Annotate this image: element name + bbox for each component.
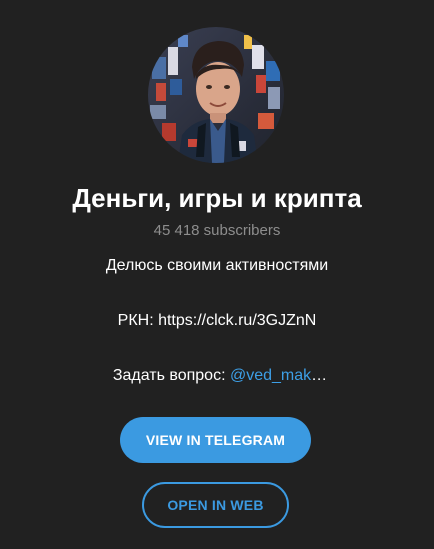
channel-title: Деньги, игры и крипта (72, 183, 362, 213)
description-question-label: Задать вопрос: (112, 367, 230, 384)
subscriber-count: 45 418 subscribers (153, 222, 281, 239)
description-line-3: Задать вопрос: @ved_mak… (0, 365, 434, 387)
channel-avatar (148, 27, 284, 163)
open-in-web-button[interactable]: OPEN IN WEB (142, 482, 289, 528)
channel-preview-page: Деньги, игры и крипта 45 418 subscribers… (0, 0, 434, 549)
channel-avatar-image (148, 27, 284, 163)
description-ellipsis: … (311, 367, 328, 384)
view-in-telegram-button[interactable]: VIEW IN TELEGRAM (120, 417, 311, 463)
description-line-1: Делюсь своими активностями (105, 257, 329, 274)
mention-link[interactable]: @ved_mak (230, 367, 311, 384)
description-line-2: РКН: https://clck.ru/3GJZnN (117, 312, 317, 329)
